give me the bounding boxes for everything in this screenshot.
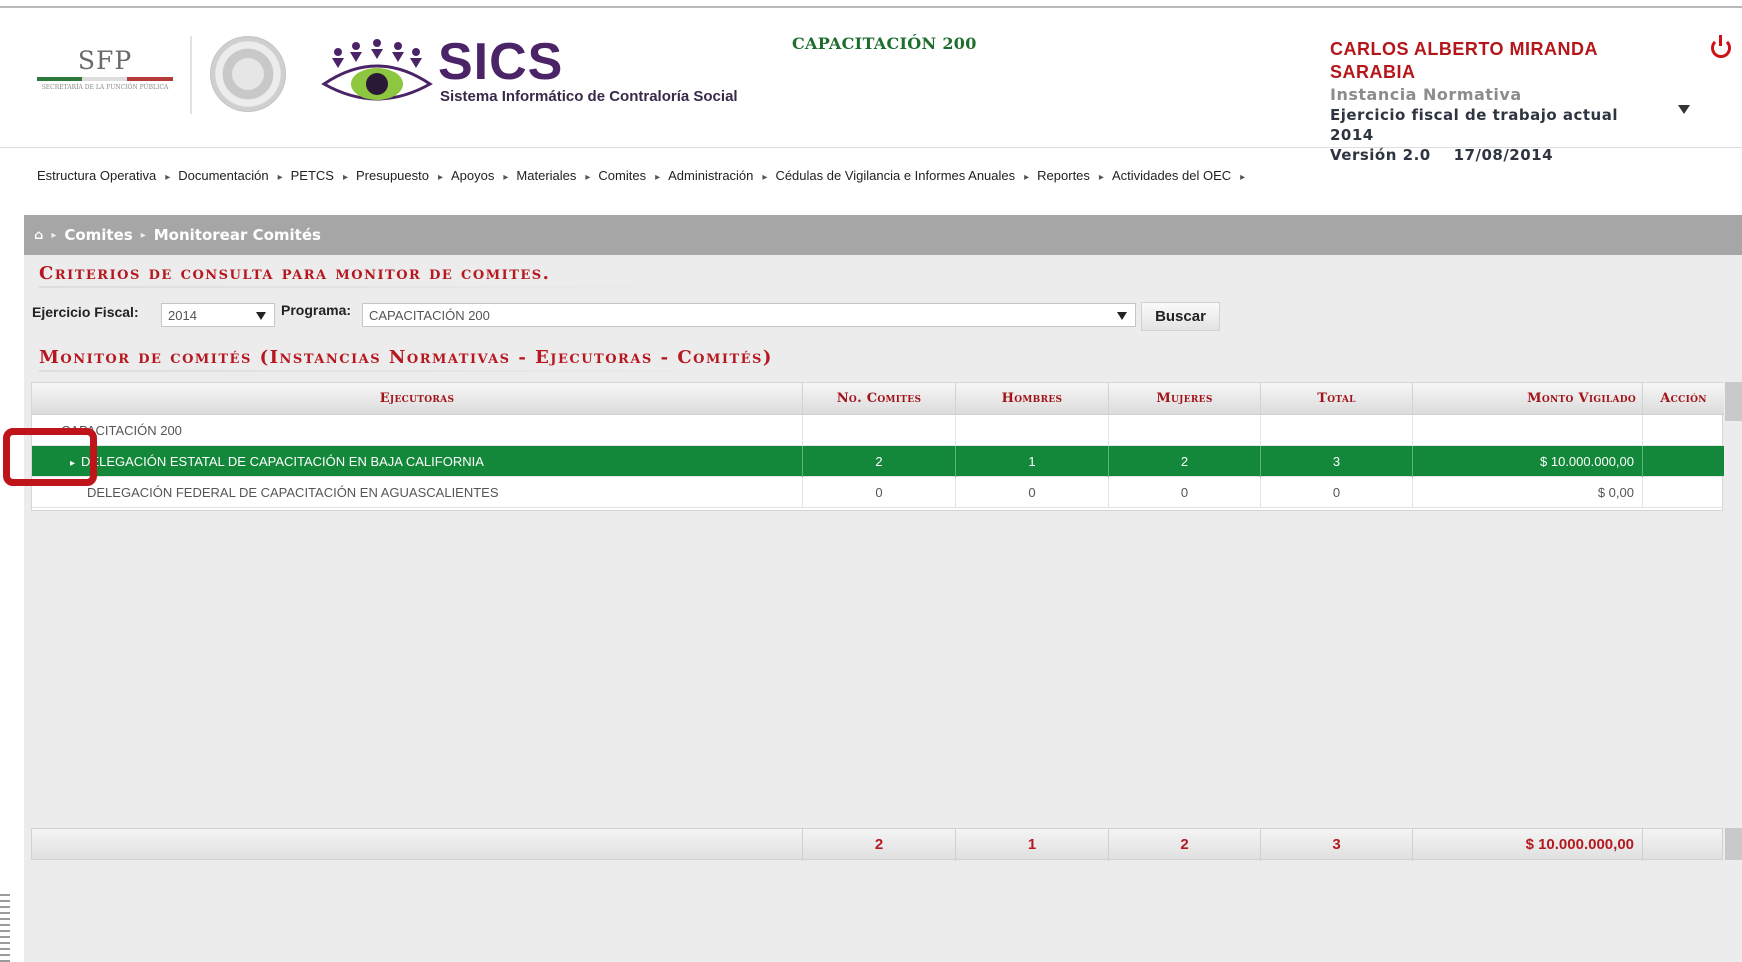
program-label: Programa: (281, 302, 352, 318)
dropdown-arrow-icon (256, 312, 266, 320)
cell-total: 0 (1261, 477, 1413, 508)
logo-divider (190, 36, 192, 114)
column-header-total[interactable]: Total (1261, 383, 1413, 415)
cell-monto (1413, 415, 1643, 446)
header: SFP SECRETARÍA DE LA FUNCIÓN PÚBLICA SIC… (0, 8, 1742, 164)
cell-total (1261, 415, 1413, 446)
criteria-section-title: Criterios de consulta para monitor de co… (39, 263, 689, 288)
breadcrumb-separator-icon: ▸ (140, 229, 146, 241)
user-role: Instancia Normativa (1330, 85, 1522, 104)
content-area: Criterios de consulta para monitor de co… (24, 255, 1742, 962)
menu-item-materiales[interactable]: Materiales (516, 168, 590, 183)
tree-row-baja-california[interactable]: ▸ DELEGACIÓN ESTATAL DE CAPACITACIÓN EN B… (32, 446, 1724, 477)
cell-accion (1643, 477, 1724, 508)
monitor-section-title: Monitor de comités (Instancias Normativa… (39, 347, 799, 372)
column-header-monto-vigilado[interactable]: Monto Vigilado (1413, 383, 1643, 415)
sfp-logo-subtitle: SECRETARÍA DE LA FUNCIÓN PÚBLICA (41, 84, 169, 91)
row-ejecutora-text: DELEGACIÓN ESTATAL DE CAPACITACIÓN EN BA… (81, 454, 484, 469)
program-value: CAPACITACIÓN 200 (369, 308, 490, 323)
breadcrumb-item-comites[interactable]: Comites (64, 226, 132, 244)
fiscal-year-label: Ejercicio Fiscal: (32, 304, 139, 320)
menu-item-cedulas[interactable]: Cédulas de Vigilancia e Informes Anuales (775, 168, 1029, 183)
power-icon[interactable] (1711, 35, 1731, 58)
user-panel: CARLOS ALBERTO MIRANDA SARABIA Instancia… (1330, 38, 1650, 165)
home-icon[interactable]: ⌂ (34, 228, 43, 243)
highlight-annotation-box (3, 428, 97, 486)
tree-cell-ejecutora: ▸ DELEGACIÓN ESTATAL DE CAPACITACIÓN EN B… (32, 446, 803, 477)
footer-cell-accion (1643, 829, 1724, 861)
cell-no-comites: 0 (803, 477, 956, 508)
menu-item-documentacion[interactable]: Documentación (178, 168, 282, 183)
search-button[interactable]: Buscar (1141, 302, 1220, 331)
menu-item-apoyos[interactable]: Apoyos (451, 168, 508, 183)
cell-mujeres (1109, 415, 1261, 446)
fiscal-year-select[interactable]: 2014 (161, 303, 275, 327)
total-mujeres: 2 (1109, 829, 1261, 861)
cell-no-comites: 2 (803, 446, 956, 477)
user-menu-caret-icon[interactable] (1678, 105, 1690, 114)
sfp-logo: SFP SECRETARÍA DE LA FUNCIÓN PÚBLICA (35, 46, 175, 116)
sfp-logo-title: SFP (77, 46, 133, 75)
page: { "header": { "sfp_title": "SFP", "sfp_s… (0, 0, 1742, 962)
grid-header: Ejecutoras No. Comites Hombres Mujeres T… (32, 383, 1724, 415)
menu-item-comites[interactable]: Comites (598, 168, 660, 183)
cell-total: 3 (1261, 446, 1413, 477)
user-name: CARLOS ALBERTO MIRANDA SARABIA (1330, 39, 1598, 82)
main-menu: Estructura Operativa Documentación PETCS… (0, 160, 1742, 190)
top-border (0, 0, 1742, 8)
dropdown-arrow-icon (1117, 312, 1127, 320)
menu-item-actividades-oec[interactable]: Actividades del OEC (1112, 168, 1245, 183)
edge-ruler-decoration (0, 890, 10, 962)
tree-row-program[interactable]: ▾ CAPACITACIÓN 200 (32, 415, 1724, 446)
menu-item-presupuesto[interactable]: Presupuesto (356, 168, 443, 183)
menu-item-reportes[interactable]: Reportes (1037, 168, 1104, 183)
breadcrumb-item-monitorear: Monitorear Comités (153, 226, 321, 244)
column-header-ejecutoras[interactable]: Ejecutoras (32, 383, 803, 415)
cell-mujeres: 2 (1109, 446, 1261, 477)
app-name: SICS (438, 33, 564, 91)
cell-monto: $ 10.000.000,00 (1413, 446, 1643, 477)
total-hombres: 1 (956, 829, 1109, 861)
program-select[interactable]: CAPACITACIÓN 200 (362, 303, 1136, 327)
total-monto: $ 10.000.000,00 (1413, 829, 1643, 861)
tree-cell-ejecutora: DELEGACIÓN FEDERAL DE CAPACITACIÓN EN AG… (32, 477, 803, 508)
program-title: CAPACITACIÓN 200 (792, 34, 977, 53)
cell-hombres (956, 415, 1109, 446)
national-seal-icon (210, 36, 286, 112)
fiscal-year-info: Ejercicio fiscal de trabajo actual 2014 (1330, 106, 1619, 144)
menu-item-administracion[interactable]: Administración (668, 168, 767, 183)
tree-row-aguascalientes[interactable]: DELEGACIÓN FEDERAL DE CAPACITACIÓN EN AG… (32, 477, 1724, 508)
total-no-comites: 2 (803, 829, 956, 861)
fiscal-year-value: 2014 (168, 308, 197, 323)
monitor-grid: Ejecutoras No. Comites Hombres Mujeres T… (31, 382, 1724, 511)
grid-scrollbar[interactable] (1725, 382, 1742, 421)
menu-item-petcs[interactable]: PETCS (291, 168, 348, 183)
cell-accion (1643, 446, 1724, 477)
footer-cell-label (32, 829, 803, 861)
menu-item-estructura-operativa[interactable]: Estructura Operativa (37, 168, 170, 183)
cell-monto: $ 0,00 (1413, 477, 1643, 508)
cell-mujeres: 0 (1109, 477, 1261, 508)
column-header-hombres[interactable]: Hombres (956, 383, 1109, 415)
breadcrumb: ⌂ ▸ Comites ▸ Monitorear Comités (24, 215, 1742, 255)
grid-footer-totals: 2 1 2 3 $ 10.000.000,00 (31, 828, 1724, 861)
cell-hombres: 1 (956, 446, 1109, 477)
footer-scrollbar (1725, 828, 1742, 860)
sfp-logo-bar (37, 77, 173, 81)
cell-no-comites (803, 415, 956, 446)
column-header-mujeres[interactable]: Mujeres (1109, 383, 1261, 415)
tree-cell-ejecutora: ▾ CAPACITACIÓN 200 (32, 415, 803, 446)
column-header-accion[interactable]: Acción (1643, 383, 1724, 415)
column-header-no-comites[interactable]: No. Comites (803, 383, 956, 415)
cell-hombres: 0 (956, 477, 1109, 508)
total-total: 3 (1261, 829, 1413, 861)
sics-eye-logo-icon (321, 39, 433, 101)
breadcrumb-separator-icon: ▸ (51, 229, 57, 241)
cell-accion (1643, 415, 1724, 446)
app-subtitle: Sistema Informático de Contraloría Socia… (440, 88, 738, 105)
